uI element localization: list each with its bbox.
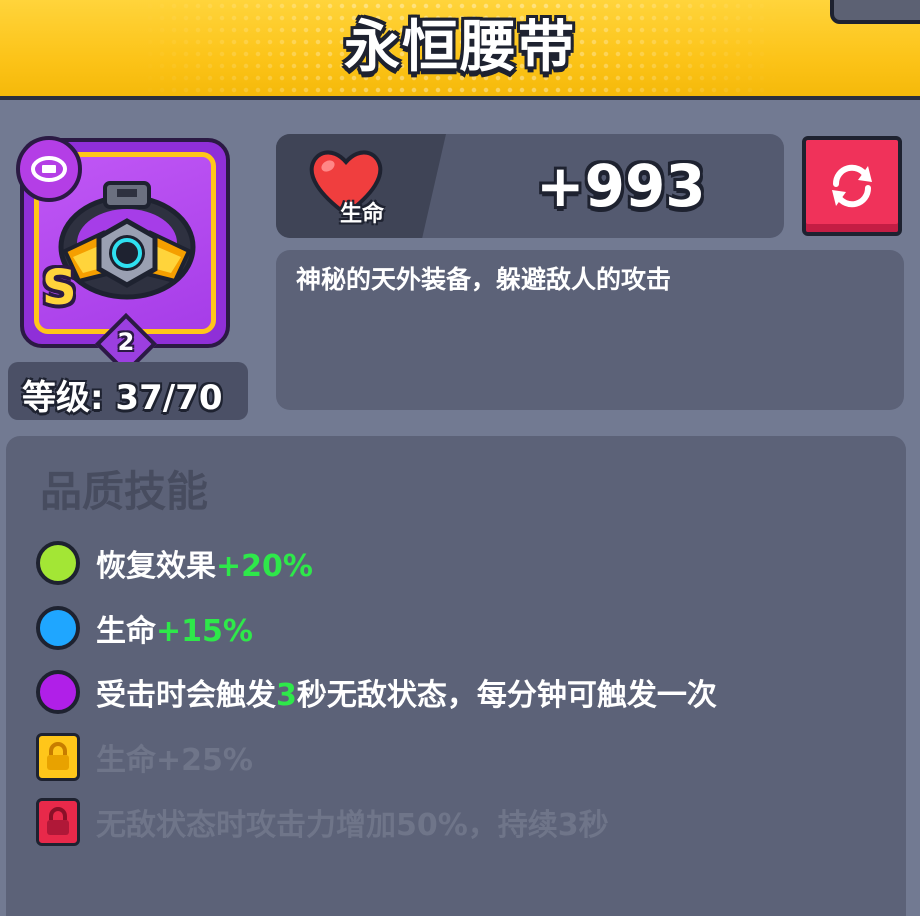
- grade-letter: S: [42, 260, 77, 316]
- skill-text: 恢复效果+20%: [96, 549, 313, 584]
- skill-text: 生命+25%: [96, 743, 253, 778]
- skill-dot: [36, 670, 80, 714]
- skill-text: 生命+15%: [96, 614, 253, 649]
- skill-row-locked: 生命+25%: [36, 732, 253, 782]
- skills-title: 品质技能: [40, 467, 209, 516]
- skill-row: 恢复效果+20%: [36, 538, 313, 588]
- page-title: 永恒腰带: [344, 15, 576, 80]
- skill-row: 受击时会触发3秒无敌状态，每分钟可触发一次: [36, 667, 717, 717]
- title-banner: 永恒腰带: [0, 0, 920, 100]
- lock-icon: [36, 798, 80, 846]
- star-count: 2: [117, 328, 135, 356]
- stat-value: +993: [536, 152, 706, 220]
- skill-dot: [36, 541, 80, 585]
- skill-row-locked: 无敌状态时攻击力增加50%，持续3秒: [36, 797, 609, 847]
- skill-text: 受击时会触发3秒无敌状态，每分钟可触发一次: [96, 678, 717, 713]
- reroll-button[interactable]: [802, 136, 902, 236]
- skill-text: 无敌状态时攻击力增加50%，持续3秒: [96, 808, 609, 843]
- skill-row: 生命+15%: [36, 603, 253, 653]
- stat-label: 生命: [340, 202, 385, 227]
- close-button[interactable]: [830, 0, 920, 24]
- description-text: 神秘的天外装备，躲避敌人的攻击: [296, 265, 672, 294]
- skill-dot: [36, 606, 80, 650]
- lock-icon: [36, 733, 80, 781]
- level-text: 等级: 37/70: [22, 378, 223, 418]
- belt-type-icon: [16, 136, 82, 202]
- refresh-icon: [832, 164, 872, 208]
